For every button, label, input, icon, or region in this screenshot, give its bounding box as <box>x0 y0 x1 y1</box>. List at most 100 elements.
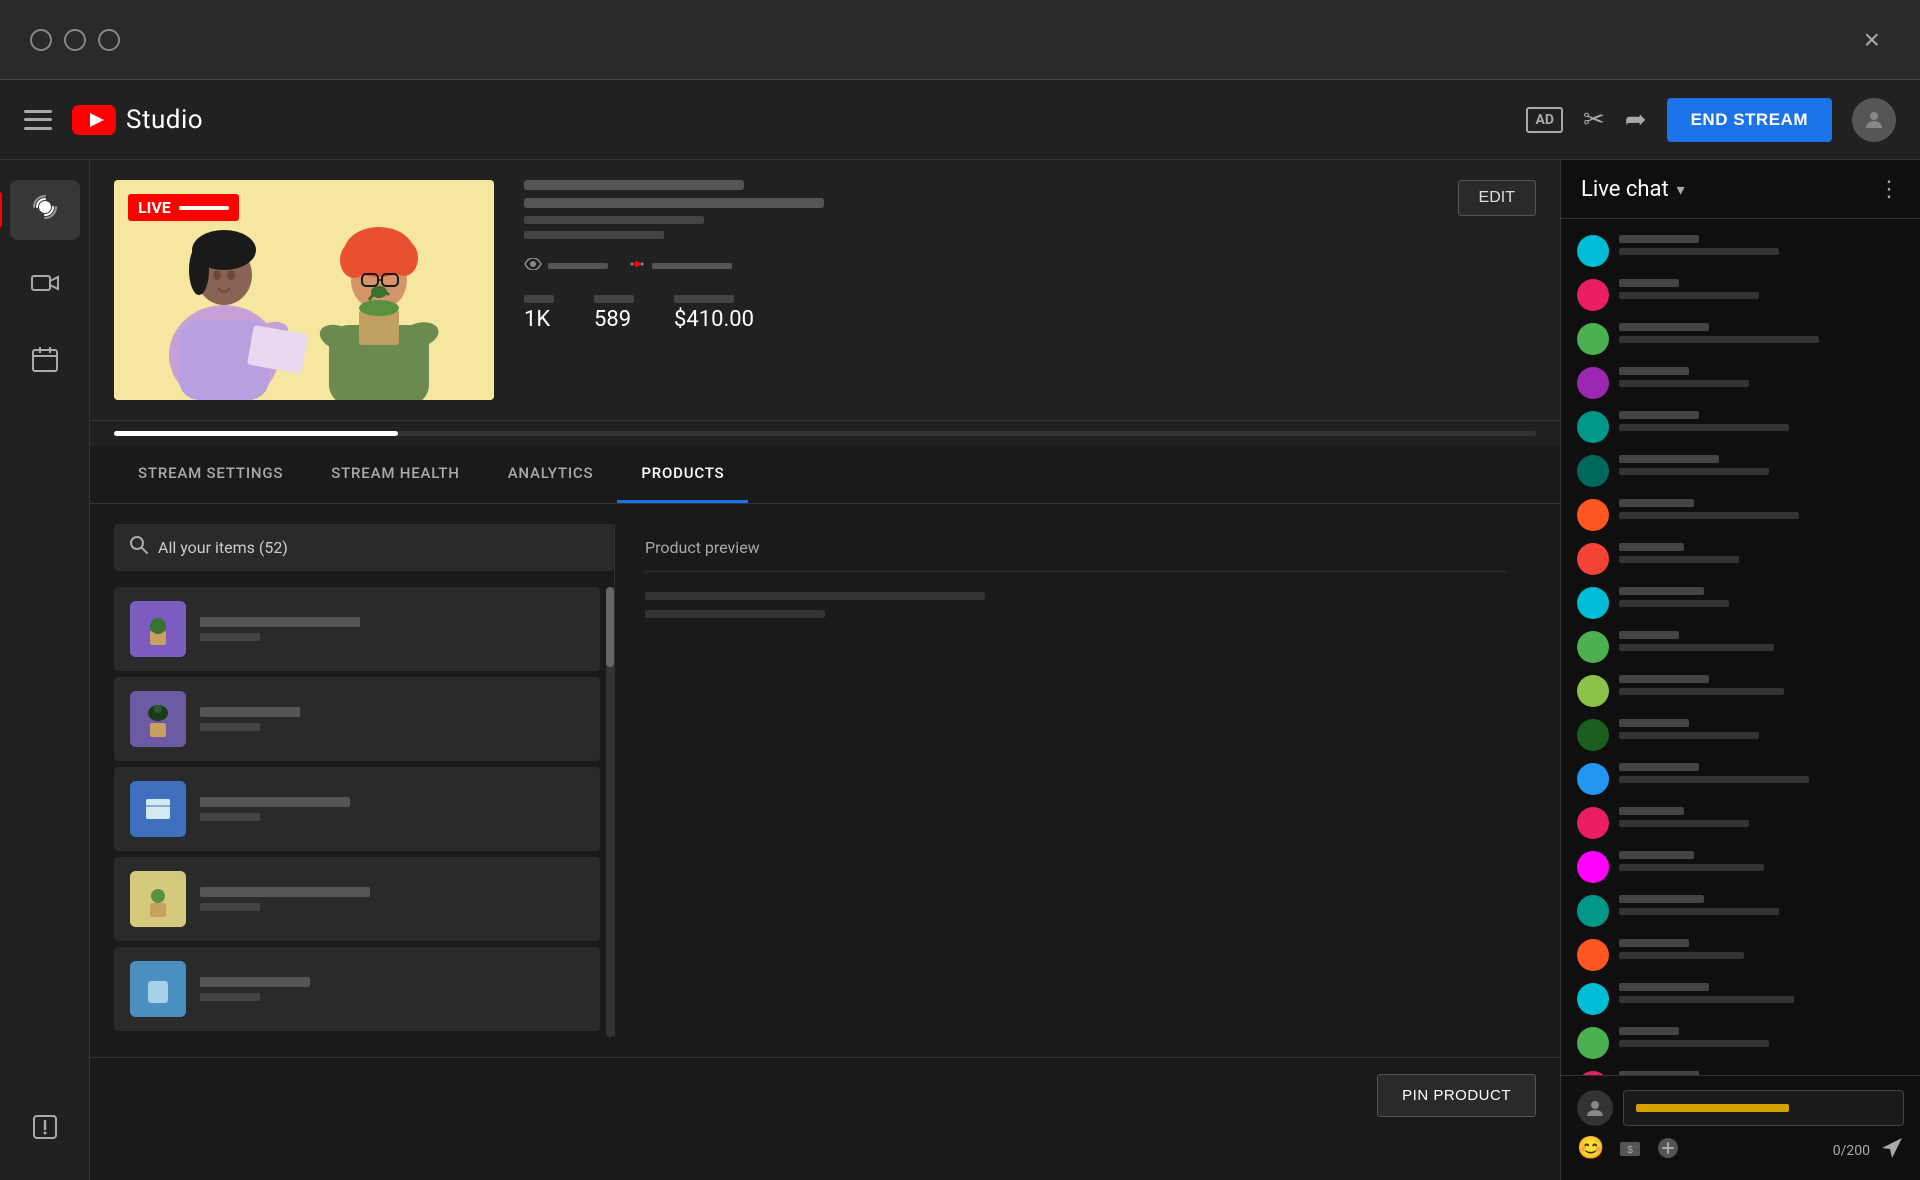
share-icon-button[interactable]: ➦ <box>1625 104 1647 135</box>
chat-text-line <box>1619 248 1779 255</box>
chat-username-line <box>1619 235 1699 243</box>
chat-more-button[interactable]: ⋮ <box>1878 176 1900 202</box>
content-area: LIVE <box>90 160 1560 1180</box>
stream-indicators <box>524 257 1536 275</box>
product-item[interactable] <box>114 767 600 851</box>
studio-label: Studio <box>126 105 203 135</box>
chat-avatar <box>1577 411 1609 443</box>
live-indicator <box>628 257 732 275</box>
chat-message-content <box>1619 631 1904 651</box>
chat-avatar <box>1577 983 1609 1015</box>
chat-text-line <box>1619 952 1744 959</box>
chat-message <box>1561 273 1920 317</box>
chat-username-line <box>1619 367 1689 375</box>
end-stream-button[interactable]: END STREAM <box>1667 98 1832 142</box>
product-item[interactable] <box>114 587 600 671</box>
chat-username-line <box>1619 499 1694 507</box>
feedback-icon <box>32 1114 58 1147</box>
chat-avatar <box>1577 279 1609 311</box>
window-close-btn-circle[interactable] <box>98 29 120 51</box>
window-maximize-btn[interactable] <box>64 29 86 51</box>
chat-text-line <box>1619 292 1759 299</box>
chat-input-field[interactable] <box>1623 1090 1904 1126</box>
chat-input-row <box>1577 1090 1904 1126</box>
chat-message <box>1561 669 1920 713</box>
sidebar-active-indicator <box>0 192 2 228</box>
cut-icon-button[interactable]: ✂ <box>1583 104 1605 135</box>
pin-product-button[interactable]: PIN PRODUCT <box>1377 1074 1536 1117</box>
chat-message <box>1561 361 1920 405</box>
stat-revenue: $410.00 <box>674 295 754 332</box>
chat-username-line <box>1619 807 1684 815</box>
chat-username-line <box>1619 895 1704 903</box>
product-item[interactable] <box>114 677 600 761</box>
preview-line-2 <box>645 610 825 618</box>
view-indicator <box>524 258 608 274</box>
edit-button[interactable]: EDIT <box>1458 180 1536 216</box>
products-list: All your items (52) <box>114 524 614 1037</box>
chat-action-icons: 😊 $ <box>1577 1136 1680 1166</box>
product-price-line-2 <box>200 723 260 731</box>
window-minimize-btn[interactable] <box>30 29 52 51</box>
stream-title-area: EDIT <box>524 180 1536 239</box>
chat-chevron-icon: ▾ <box>1677 180 1685 199</box>
preview-line-1 <box>645 592 985 600</box>
chat-message-content <box>1619 675 1904 695</box>
tabs-row: STREAM SETTINGS STREAM HEALTH ANALYTICS … <box>114 446 1536 503</box>
sidebar-item-feedback[interactable] <box>10 1100 80 1160</box>
chat-char-counter: 0/200 <box>1833 1143 1870 1159</box>
chat-message-content <box>1619 895 1904 915</box>
add-button[interactable] <box>1656 1136 1680 1166</box>
tab-analytics[interactable]: ANALYTICS <box>484 446 618 503</box>
chat-text-line <box>1619 996 1794 1003</box>
chat-username-line <box>1619 763 1699 771</box>
chat-avatar <box>1577 675 1609 707</box>
chat-message <box>1561 493 1920 537</box>
tab-stream-settings[interactable]: STREAM SETTINGS <box>114 446 307 503</box>
chat-message <box>1561 845 1920 889</box>
sidebar-item-calendar[interactable] <box>10 332 80 392</box>
chat-actions-row: 😊 $ <box>1577 1136 1904 1166</box>
chat-message <box>1561 1065 1920 1075</box>
sidebar-item-camera[interactable] <box>10 256 80 316</box>
stat-value-viewers: 1K <box>524 307 554 332</box>
sidebar-item-live[interactable] <box>10 180 80 240</box>
chat-message-content <box>1619 455 1904 475</box>
svg-text:$: $ <box>1628 1145 1634 1156</box>
product-info-1 <box>200 617 360 641</box>
product-price-line-5 <box>200 993 260 1001</box>
window-close-button[interactable]: × <box>1864 24 1880 56</box>
app-header: Studio AD ✂ ➦ END STREAM <box>0 80 1920 160</box>
chat-username-line <box>1619 675 1709 683</box>
chat-message <box>1561 449 1920 493</box>
product-item[interactable] <box>114 947 600 1031</box>
chat-text-line <box>1619 908 1779 915</box>
tab-products[interactable]: PRODUCTS <box>617 446 748 503</box>
chat-user-avatar <box>1577 1090 1613 1126</box>
window-chrome: × <box>0 0 1920 80</box>
emoji-button[interactable]: 😊 <box>1577 1136 1604 1166</box>
chat-message-content <box>1619 235 1904 255</box>
product-name-line-1 <box>200 617 360 627</box>
super-chat-button[interactable]: $ <box>1618 1136 1642 1166</box>
live-badge-line <box>179 206 229 210</box>
product-list-scrollbar[interactable] <box>606 587 614 1037</box>
search-bar[interactable]: All your items (52) <box>114 524 614 571</box>
chat-avatar <box>1577 543 1609 575</box>
user-avatar-button[interactable] <box>1852 98 1896 142</box>
chat-username-line <box>1619 851 1694 859</box>
chat-avatar <box>1577 763 1609 795</box>
chat-send-button[interactable] <box>1880 1136 1904 1166</box>
product-item[interactable] <box>114 857 600 941</box>
chat-message <box>1561 625 1920 669</box>
hamburger-menu-button[interactable] <box>24 110 52 130</box>
tab-stream-health[interactable]: STREAM HEALTH <box>307 446 483 503</box>
chat-message-content <box>1619 983 1904 1003</box>
stat-value-revenue: $410.00 <box>674 307 754 332</box>
live-dot-icon <box>628 257 646 275</box>
chat-text-line <box>1619 688 1784 695</box>
chat-username-line <box>1619 455 1719 463</box>
chat-title-area[interactable]: Live chat ▾ <box>1581 177 1685 202</box>
pin-product-area: PIN PRODUCT <box>90 1057 1560 1133</box>
product-preview-lines <box>645 592 1506 618</box>
